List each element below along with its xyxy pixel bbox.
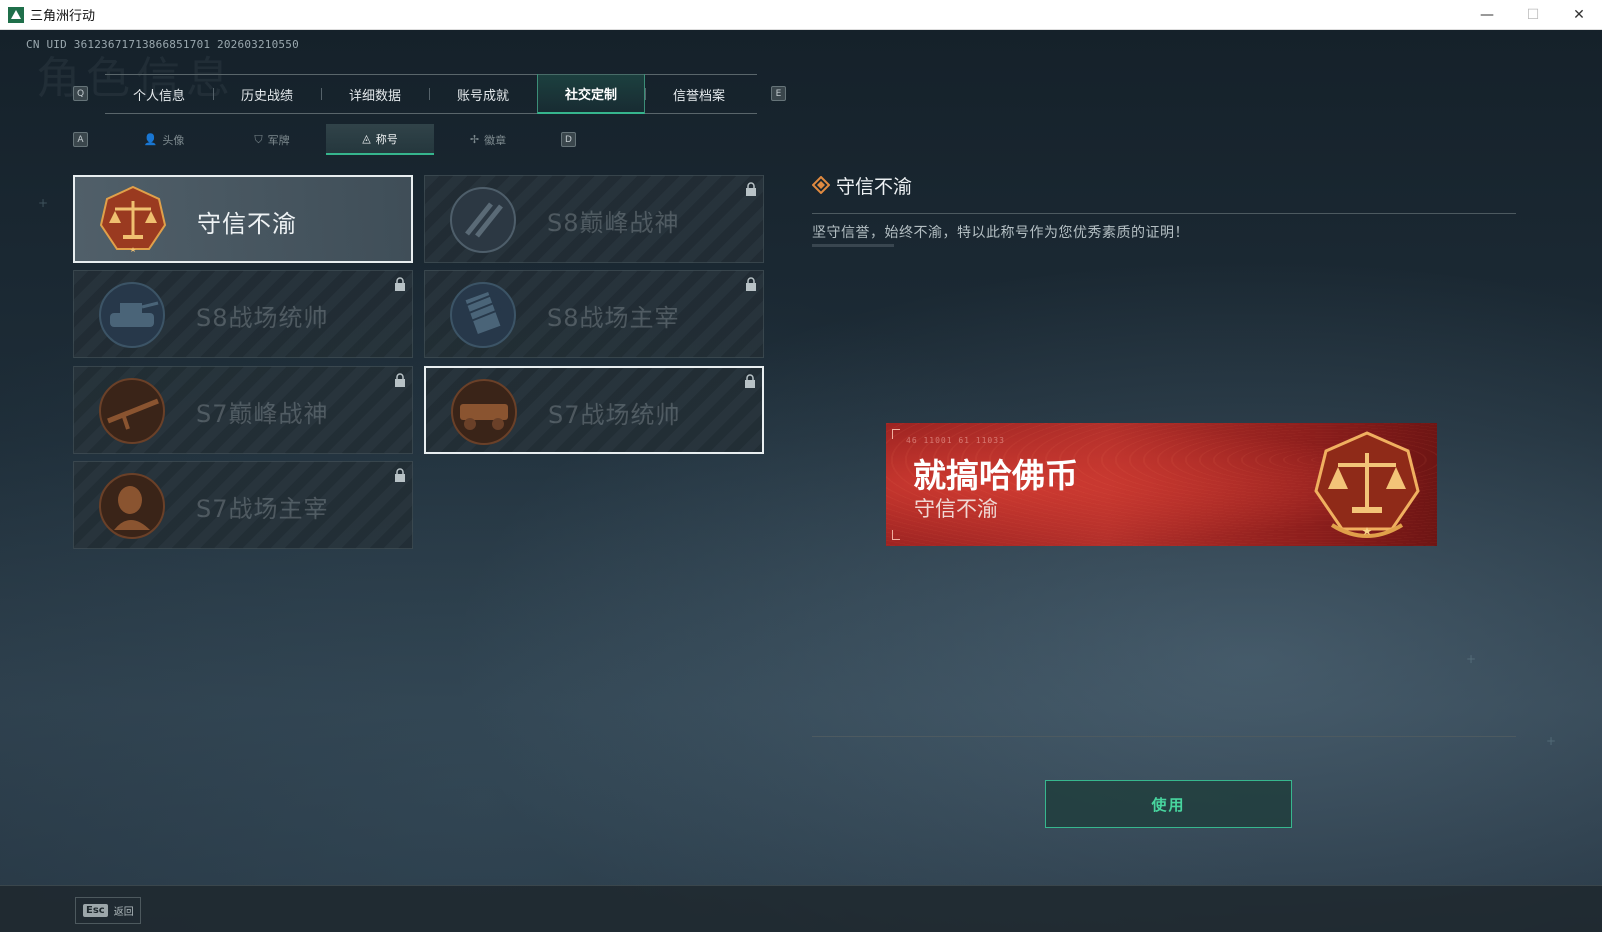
minimize-button[interactable]: — — [1464, 0, 1510, 30]
prev-tab-key[interactable]: Q — [73, 86, 88, 101]
title-card-name: S7巅峰战神 — [196, 399, 329, 428]
banner-corner-mark — [892, 429, 900, 439]
building-emblem-icon — [450, 282, 516, 348]
title-card-name: S8战场统帅 — [196, 303, 329, 332]
subtab-label: 称号 — [375, 132, 398, 146]
title-card-0[interactable]: 守信不渝 — [73, 175, 413, 263]
title-card-name: S7战场统帅 — [548, 400, 681, 429]
window-controls: — ☐ ✕ — [1464, 0, 1602, 30]
tab-achievements[interactable]: 账号成就 — [429, 74, 537, 114]
badge-icon: ✢ — [469, 133, 480, 146]
tab-social-custom[interactable]: 社交定制 — [537, 74, 645, 114]
subtab-dogtag[interactable]: ⛉ 军牌 — [218, 124, 326, 155]
lock-icon — [395, 468, 405, 482]
title-card-name: 守信不渝 — [197, 209, 297, 238]
lock-icon — [395, 277, 405, 291]
subtab-label: 徽章 — [484, 133, 507, 147]
title-card-2[interactable]: S8战场统帅 — [73, 270, 413, 358]
subtab-avatar[interactable]: 👤 头像 — [110, 124, 218, 155]
footer-bar: Esc 返回 — [0, 885, 1602, 932]
lock-icon — [745, 374, 755, 388]
diamond-icon — [812, 176, 830, 194]
title-banner-preview: 46 11001 61 11033 就搞哈佛币 守信不渝 — [886, 423, 1437, 546]
next-tab-key[interactable]: E — [771, 86, 786, 101]
close-button[interactable]: ✕ — [1556, 0, 1602, 30]
window-titlebar: 三角洲行动 — ☐ ✕ — [0, 0, 1602, 30]
description-underline — [812, 244, 894, 247]
slash-emblem-icon — [450, 187, 516, 253]
rifle-emblem-icon — [99, 378, 165, 444]
person-icon: 👤 — [143, 133, 158, 146]
main-tabs: 个人信息 历史战绩 详细数据 账号成就 社交定制 信誉档案 — [105, 74, 757, 114]
detail-header: 守信不渝 — [812, 172, 912, 198]
lock-icon — [395, 373, 405, 387]
title-card-4[interactable]: S7巅峰战神 — [73, 366, 413, 454]
detail-divider — [812, 213, 1516, 214]
tab-match-history[interactable]: 历史战绩 — [213, 74, 321, 114]
title-card-6[interactable]: S7战场主宰 — [73, 461, 413, 549]
back-label: 返回 — [113, 907, 134, 918]
game-stage: 角色信息 CN UID 3612367171386685170​1 202603… — [0, 30, 1602, 932]
soldier-emblem-icon — [99, 473, 165, 539]
title-card-1[interactable]: S8巅峰战神 — [424, 175, 764, 263]
player-uid: CN UID 3612367171386685170​1 20260321055… — [26, 38, 299, 51]
tab-detailed-stats[interactable]: 详细数据 — [321, 74, 429, 114]
prev-subtab-key[interactable]: A — [73, 132, 88, 147]
hud-crosshair-mark: + — [1546, 734, 1557, 748]
title-card-5[interactable]: S7战场统帅 — [424, 366, 764, 454]
use-button[interactable]: 使用 — [1045, 780, 1292, 828]
title-card-name: S8战场主宰 — [547, 303, 680, 332]
detail-title: 守信不渝 — [836, 175, 913, 198]
detail-bottom-divider — [812, 736, 1516, 737]
tank-emblem-icon — [99, 282, 165, 348]
detail-description: 坚守信誉，始终不渝，特以此称号作为您优秀素质的证明！ — [812, 225, 1189, 241]
vehicle-emblem-icon — [451, 379, 517, 445]
maximize-button[interactable]: ☐ — [1510, 0, 1556, 30]
next-subtab-key[interactable]: D — [561, 132, 576, 147]
subtab-title[interactable]: ◬ 称号 — [326, 124, 434, 155]
scales-emblem-icon — [99, 185, 167, 252]
banner-title: 守信不渝 — [914, 497, 998, 521]
title-card-name: S7战场主宰 — [196, 494, 329, 523]
lock-icon — [746, 182, 756, 196]
subtab-badge[interactable]: ✢ 徽章 — [434, 124, 542, 155]
banner-player-name: 就搞哈佛币 — [913, 456, 1078, 495]
title-card-3[interactable]: S8战场主宰 — [424, 270, 764, 358]
back-button[interactable]: Esc 返回 — [75, 897, 141, 924]
tab-credit-record[interactable]: 信誉档案 — [645, 74, 753, 114]
title-icon: ◬ — [362, 132, 371, 145]
dogtag-icon: ⛉ — [254, 132, 263, 146]
esc-key: Esc — [83, 904, 108, 917]
lock-icon — [746, 277, 756, 291]
window-title: 三角洲行动 — [30, 9, 96, 24]
subtab-label: 军牌 — [267, 133, 290, 147]
banner-corner-mark — [892, 530, 900, 540]
subtab-label: 头像 — [162, 133, 185, 147]
hud-crosshair-mark: + — [1466, 652, 1477, 666]
app-logo-icon — [8, 6, 24, 23]
hud-crosshair-mark: + — [38, 196, 49, 210]
title-card-name: S8巅峰战神 — [547, 208, 680, 237]
tab-personal-info[interactable]: 个人信息 — [105, 74, 213, 114]
scales-emblem-icon — [1314, 431, 1420, 538]
sub-tabs: 👤 头像 ⛉ 军牌 ◬ 称号 ✢ 徽章 — [110, 124, 542, 155]
banner-code: 46 11001 61 11033 — [906, 436, 1005, 445]
